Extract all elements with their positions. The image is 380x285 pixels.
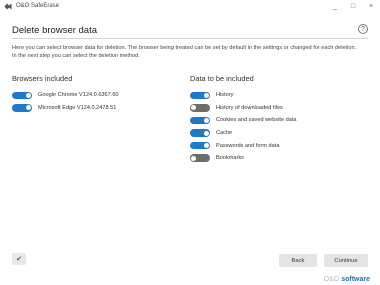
data-type-label: Bookmarks [216, 155, 244, 162]
data-type-label: Cache [216, 130, 233, 137]
back-button[interactable]: Back [279, 254, 317, 267]
browser-list: Google Chrome V124.0.6367.60 Microsoft Ed… [12, 89, 119, 114]
checkmark-icon: ✔ [12, 253, 26, 265]
data-type-list: History History of downloaded files Cookie… [190, 89, 297, 165]
data-type-option[interactable]: Bookmarks [190, 152, 297, 165]
toggle-knob [203, 130, 209, 136]
browser-toggle[interactable] [12, 91, 32, 100]
toggle-knob [25, 92, 31, 98]
continue-button[interactable]: Continue [324, 254, 368, 267]
window-controls: _ □ × [326, 0, 380, 12]
browser-label: Microsoft Edge V124.0.2478.51 [38, 104, 117, 111]
browser-label: Google Chrome V124.0.6367.60 [38, 92, 119, 99]
data-type-toggle[interactable] [190, 116, 210, 125]
close-button[interactable]: × [362, 0, 380, 12]
toggle-knob [203, 92, 209, 98]
maximize-button[interactable]: □ [344, 0, 362, 12]
data-type-toggle[interactable] [190, 141, 210, 150]
data-type-option[interactable]: History of downloaded files [190, 102, 297, 115]
toggle-knob [203, 117, 209, 123]
brand-prefix: O&O [323, 276, 340, 283]
toggle-knob [25, 105, 31, 111]
toggle-knob [191, 155, 197, 161]
minimize-button[interactable]: _ [326, 0, 344, 12]
browser-option[interactable]: Microsoft Edge V124.0.2478.51 [12, 102, 119, 115]
app-logo-icon [4, 3, 12, 9]
page-title: Delete browser data [12, 25, 98, 36]
title-bar: O&O SafeErase _ □ × [0, 0, 380, 12]
data-type-toggle[interactable] [190, 154, 210, 163]
browsers-heading: Browsers included [12, 74, 73, 83]
data-type-option[interactable]: Cache [190, 127, 297, 140]
page-description: Here you can select browser data for del… [12, 45, 357, 59]
help-icon[interactable]: ? [358, 24, 368, 34]
data-type-option[interactable]: Cookies and saved website data [190, 114, 297, 127]
browser-option[interactable]: Google Chrome V124.0.6367.60 [12, 89, 119, 102]
toggle-knob [203, 143, 209, 149]
brand-logo: O&O software [324, 276, 370, 283]
data-type-option[interactable]: Passwords and form data [190, 139, 297, 152]
data-type-toggle[interactable] [190, 91, 210, 100]
data-type-option[interactable]: History [190, 89, 297, 102]
toggle-knob [191, 105, 197, 111]
title-divider [12, 38, 368, 39]
data-type-label: Passwords and form data [216, 142, 280, 149]
data-type-label: History [216, 92, 234, 99]
window-title: O&O SafeErase [16, 3, 60, 9]
data-type-toggle[interactable] [190, 104, 210, 112]
data-type-toggle[interactable] [190, 129, 210, 137]
brand-name: software [341, 276, 370, 283]
browser-toggle[interactable] [12, 104, 32, 112]
data-type-label: Cookies and saved website data [216, 117, 297, 124]
data-types-heading: Data to be included [190, 74, 254, 83]
data-type-label: History of downloaded files [216, 104, 283, 111]
